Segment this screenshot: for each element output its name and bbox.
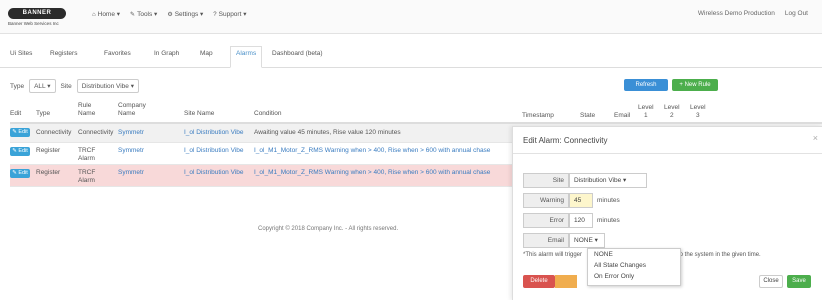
col-company-1[interactable]: Company [118, 102, 146, 110]
copyright-text: Copyright © 2018 Company Inc. - All righ… [258, 226, 399, 232]
nav-support-label: Support ▾ [218, 11, 247, 18]
tab-registers[interactable]: Registers [50, 50, 77, 57]
edit-button[interactable]: ✎ Edit [10, 128, 30, 137]
row-site-link[interactable]: I_ol Distribution Vibe [184, 129, 246, 137]
col-state[interactable]: State [580, 112, 595, 120]
tab-sites[interactable]: Ui Sites [10, 50, 32, 57]
email-field-label: Email [523, 233, 569, 248]
nav-home-label: Home ▾ [97, 11, 121, 18]
nav-tools[interactable]: ✎ Tools ▾ [130, 10, 157, 18]
row-rule: TRCF Alarm [78, 169, 96, 184]
save-button[interactable]: Save [787, 275, 811, 288]
user-name-link[interactable]: Wireless Demo Production [698, 10, 775, 17]
col-level3-1[interactable]: Level [690, 104, 706, 112]
row-type: Connectivity [36, 129, 72, 136]
home-icon: ⌂ [92, 12, 96, 18]
secondary-action-button[interactable] [555, 275, 577, 288]
section-tabs: Ui Sites Registers Favorites In Graph Ma… [0, 46, 822, 68]
row-company-link[interactable]: Symmetr [118, 129, 144, 137]
alarms-page: BANNER Banner Web Services Inc ⌂ Home ▾ ✎… [0, 0, 822, 300]
col-timestamp[interactable]: Timestamp [522, 112, 554, 120]
row-site-link[interactable]: I_ol Distribution Vibe [184, 169, 246, 177]
col-rule-name-2[interactable]: Name [78, 110, 95, 118]
logo[interactable]: BANNER Banner Web Services Inc [8, 8, 70, 30]
gear-icon: ⚙ [167, 12, 173, 18]
error-input[interactable]: 120 [569, 213, 593, 228]
user-area: Wireless Demo Production Log Out [698, 10, 808, 17]
panel-divider [513, 153, 822, 154]
nav-settings-label: Settings ▾ [174, 11, 204, 18]
email-dropdown-menu: NONE All State Changes On Error Only [587, 248, 681, 286]
nav-tools-label: Tools ▾ [137, 11, 158, 18]
error-unit: minutes [597, 217, 620, 224]
edit-button[interactable]: ✎ Edit [10, 169, 30, 178]
row-condition[interactable]: I_ol_M1_Motor_Z_RMS Warning when > 400, … [254, 147, 516, 155]
logout-link[interactable]: Log Out [785, 10, 808, 17]
col-level2-2[interactable]: 2 [670, 112, 674, 120]
col-email[interactable]: Email [614, 112, 630, 120]
row-rule: TRCF Alarm [78, 147, 96, 162]
edit-button[interactable]: ✎ Edit [10, 147, 30, 156]
table-header: Edit Type Rule Name Company Name Site Na… [10, 96, 822, 124]
edit-alarm-panel: Edit Alarm: Connectivity × Site Distribu… [512, 126, 822, 300]
top-header: BANNER Banner Web Services Inc ⌂ Home ▾ ✎… [0, 0, 822, 34]
tab-map[interactable]: Map [200, 50, 213, 57]
filter-bar: Type ALL ▾ Site Distribution Vibe ▾ [10, 79, 139, 93]
delete-alarm-button[interactable]: Delete Alarm [523, 275, 555, 297]
logo-badge: BANNER [8, 8, 66, 19]
tab-dashboard[interactable]: Dashboard (beta) [272, 50, 323, 57]
col-level3-2[interactable]: 3 [696, 112, 700, 120]
warning-field-label: Warning [523, 193, 569, 208]
row-rule: Connectivity [78, 129, 114, 136]
nav-support[interactable]: ? Support ▾ [213, 10, 246, 18]
row-condition[interactable]: I_ol_M1_Motor_Z_RMS Warning when > 400, … [254, 169, 516, 177]
help-icon: ? [213, 12, 217, 18]
alarm-note-tail: to the system in the given time. [678, 252, 761, 258]
site-select[interactable]: Distribution Vibe ▾ [569, 173, 647, 188]
refresh-button[interactable]: Refresh [624, 79, 668, 91]
warning-unit: minutes [597, 197, 620, 204]
type-filter-select[interactable]: ALL ▾ [29, 79, 56, 93]
col-condition[interactable]: Condition [254, 110, 281, 118]
col-rule-name-1[interactable]: Rule [78, 102, 91, 110]
row-company-link[interactable]: Symmetr [118, 147, 144, 155]
top-nav: ⌂ Home ▾ ✎ Tools ▾ ⚙ Settings ▾ ? Support ▾ [92, 10, 246, 18]
menu-item-on-error-only[interactable]: On Error Only [588, 271, 680, 282]
error-field-label: Error [523, 213, 569, 228]
row-type: Register [36, 147, 61, 154]
row-site-link[interactable]: I_ol Distribution Vibe [184, 147, 246, 155]
site-filter-select[interactable]: Distribution Vibe ▾ [76, 79, 139, 93]
site-field-label: Site [523, 173, 569, 188]
alarm-note: *This alarm will trigger [523, 252, 583, 258]
col-level2-1[interactable]: Level [664, 104, 680, 112]
menu-item-none[interactable]: NONE [588, 249, 680, 260]
close-icon[interactable]: × [813, 133, 818, 143]
col-company-2[interactable]: Name [118, 110, 135, 118]
row-condition: Awaiting value 45 minutes, Rise value 12… [254, 129, 401, 136]
row-company-link[interactable]: Symmetr [118, 169, 144, 177]
col-level1-1[interactable]: Level [638, 104, 654, 112]
new-rule-button[interactable]: + New Rule [672, 79, 718, 91]
menu-item-all-state-changes[interactable]: All State Changes [588, 260, 680, 271]
col-level1-2[interactable]: 1 [644, 112, 648, 120]
col-site-name[interactable]: Site Name [184, 110, 214, 118]
wrench-icon: ✎ [130, 12, 136, 18]
col-type[interactable]: Type [36, 110, 50, 118]
tab-alarms[interactable]: Alarms [230, 46, 263, 68]
tab-favorites[interactable]: Favorites [104, 50, 131, 57]
logo-subtitle: Banner Web Services Inc [8, 21, 59, 26]
type-filter-label: Type [10, 82, 25, 90]
nav-settings[interactable]: ⚙ Settings ▾ [167, 10, 203, 18]
nav-home[interactable]: ⌂ Home ▾ [92, 10, 120, 18]
panel-title: Edit Alarm: Connectivity [523, 136, 608, 145]
tab-graph[interactable]: In Graph [154, 50, 179, 57]
close-button[interactable]: Close [759, 275, 783, 288]
col-edit[interactable]: Edit [10, 110, 21, 118]
site-filter-label: Site [60, 82, 72, 90]
email-select[interactable]: NONE ▾ [569, 233, 605, 248]
row-type: Register [36, 169, 61, 176]
warning-input[interactable]: 45 [569, 193, 593, 208]
